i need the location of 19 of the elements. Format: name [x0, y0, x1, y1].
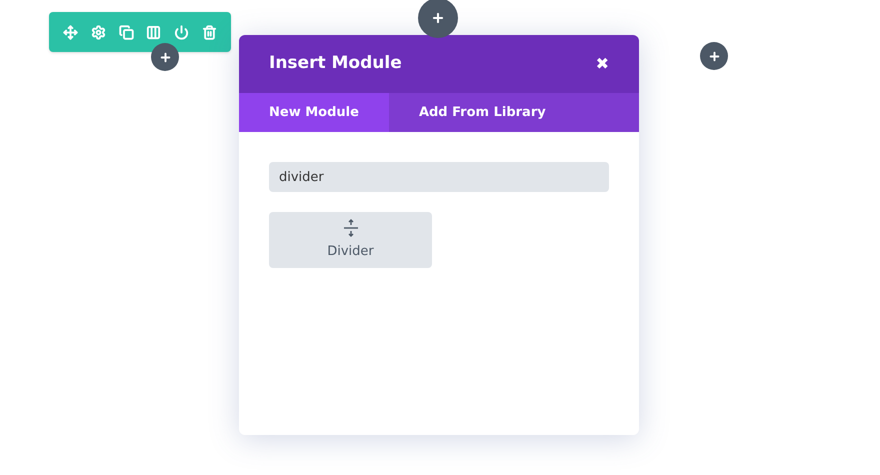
trash-icon[interactable]: [202, 24, 217, 40]
divider-icon: [342, 218, 358, 237]
add-button[interactable]: [700, 42, 728, 70]
plus-icon: [158, 50, 172, 64]
module-item[interactable]: Divider: [269, 212, 432, 268]
duplicate-icon[interactable]: [118, 24, 134, 40]
plus-icon: [708, 50, 720, 62]
settings-icon[interactable]: [90, 24, 106, 40]
add-button[interactable]: [418, 0, 458, 38]
move-icon[interactable]: [63, 24, 78, 40]
power-icon[interactable]: [174, 24, 189, 40]
dialog-title: Insert Module: [269, 52, 402, 76]
add-button[interactable]: [151, 43, 179, 71]
tab[interactable]: Add From Library: [388, 93, 576, 132]
columns-icon[interactable]: [146, 24, 162, 40]
search-field[interactable]: divider: [269, 162, 609, 192]
close-button[interactable]: ✖: [596, 52, 609, 76]
plus-icon: [431, 11, 445, 25]
tab[interactable]: New Module: [239, 93, 389, 132]
